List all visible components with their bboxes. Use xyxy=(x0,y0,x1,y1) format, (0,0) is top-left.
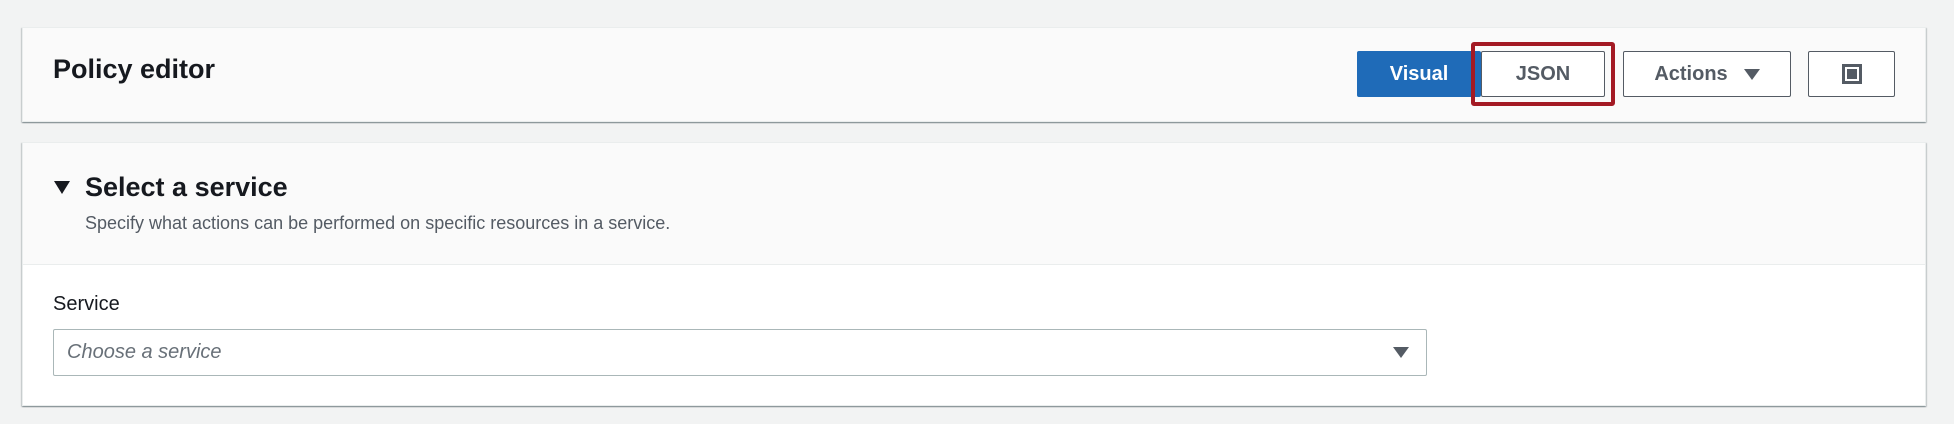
visual-tab-label: Visual xyxy=(1389,62,1449,85)
fullscreen-icon xyxy=(1841,64,1862,84)
caret-down-icon xyxy=(1743,68,1760,80)
select-service-description: Specify what actions can be performed on… xyxy=(85,213,671,233)
select-service-panel: Select a service Specify what actions ca… xyxy=(22,142,1926,406)
visual-tab-button[interactable]: Visual xyxy=(1357,51,1481,97)
caret-down-icon xyxy=(1393,347,1409,358)
fullscreen-button[interactable] xyxy=(1808,51,1895,97)
select-service-header[interactable]: Select a service Specify what actions ca… xyxy=(23,143,1925,265)
actions-label: Actions xyxy=(1654,62,1728,85)
actions-dropdown-button[interactable]: Actions xyxy=(1623,51,1791,97)
select-service-title: Select a service xyxy=(85,172,288,202)
collapse-caret-icon[interactable] xyxy=(54,181,70,194)
service-select[interactable]: Choose a service xyxy=(53,329,1427,376)
service-select-placeholder: Choose a service xyxy=(67,341,222,363)
json-tab-button[interactable]: JSON xyxy=(1481,51,1605,97)
policy-editor-panel: Policy editor Visual JSON Actions xyxy=(22,27,1926,122)
json-tab-label: JSON xyxy=(1515,62,1571,85)
policy-editor-title: Policy editor xyxy=(53,54,216,84)
service-field-label: Service xyxy=(53,293,120,315)
